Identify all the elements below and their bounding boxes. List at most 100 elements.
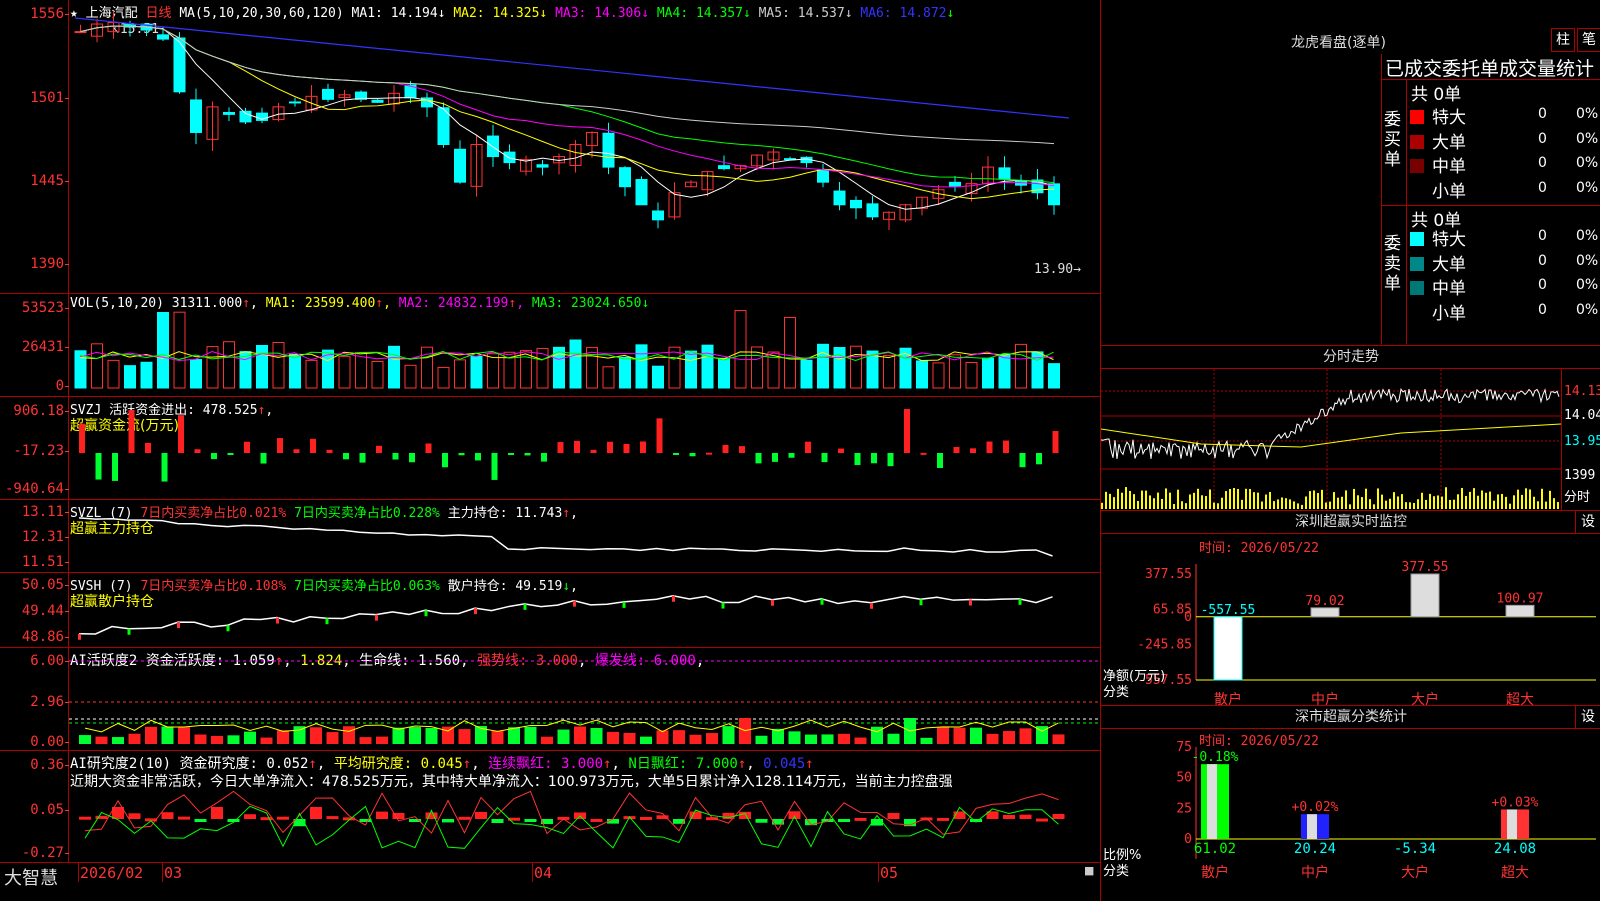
classify-bar-top: -0.18% (1192, 750, 1239, 765)
ai-active-chart[interactable] (69, 648, 1099, 750)
monitor-bar (1410, 573, 1440, 618)
vol-bar (734, 310, 747, 389)
vol-bar (602, 366, 615, 389)
fenshi-vol-bar (1461, 488, 1463, 509)
order-count: 0 (1538, 252, 1547, 269)
activity-bar (557, 729, 570, 744)
classify-chart[interactable]: 75 50 25 0 -0.18% 61.02 散户 +0.02% 20.24 中户 -5.34 大户… (1101, 729, 1600, 901)
lock-icon[interactable]: ■ (1084, 864, 1094, 877)
svzl-chart[interactable] (69, 500, 1099, 572)
candle-body (652, 210, 664, 221)
monitor-chart[interactable]: 377.5565.850-245.85-557.55-557.55散户79.02… (1101, 534, 1600, 706)
candle-body (289, 101, 301, 104)
fenshi-vol-bar (1341, 496, 1343, 509)
fenshi-panel[interactable]: 分时走势 14.13 14.04 13.95 1399 分时 (1100, 345, 1600, 511)
fenshi-vol-bar (1509, 503, 1511, 509)
vol-chart[interactable] (69, 294, 1099, 396)
fenshi-vol-bar (1505, 496, 1507, 509)
ai-research-tick: 0.36 (30, 757, 69, 773)
ai-research-panel[interactable]: 0.36 0.05 -0.27 AI研究度2(10) 资金研究度: 0.052↑… (0, 751, 1100, 863)
vol-bar (817, 343, 829, 389)
fenshi-vol-bar (1281, 497, 1283, 509)
date-tick: 2026/02 (80, 864, 144, 882)
monitor-tick: -245.85 (1137, 638, 1192, 653)
fenshi-vol-bar (1217, 503, 1219, 509)
flow-bar (739, 446, 745, 453)
activity-bar (986, 733, 999, 744)
svsh-chart[interactable] (69, 573, 1099, 647)
vol-bar (338, 355, 351, 389)
fenshi-unit: 分时 (1564, 490, 1591, 505)
vol-bar (668, 346, 681, 389)
vol-panel[interactable]: 53523 26431 0 VOL(5,10,20) 31311.000↑, M… (0, 294, 1100, 397)
activity-bar (887, 733, 900, 744)
ai-research-chart[interactable] (69, 751, 1099, 862)
classify-category: 超大 (1501, 865, 1529, 881)
fenshi-vol-bar (1205, 496, 1207, 509)
fenshi-vol-bar (1553, 498, 1555, 509)
activity-bar (590, 727, 603, 744)
tick-button[interactable]: 笔 (1577, 28, 1600, 52)
fenshi-vol-bar (1485, 492, 1487, 509)
holding-tick (919, 599, 923, 606)
order-pct: 0% (1576, 301, 1599, 318)
order-row: 大单 0 0% (1410, 128, 1600, 153)
fenshi-vol-bar (1313, 490, 1315, 509)
fenshi-vol-bar (1209, 489, 1211, 509)
flow-bar (656, 418, 663, 453)
vol-bar (965, 361, 978, 389)
ai-active-panel[interactable]: 6.00 2.96 0.00 AI活跃度2 资金活跃度: 1.059↑, 1.8… (0, 648, 1100, 751)
flow-bar (871, 453, 877, 464)
flow-bar (524, 453, 531, 456)
monitor-panel[interactable]: 深圳超赢实时监控 设 时间: 2026/05/22 377.55 65.85 0 -2… (1100, 510, 1600, 706)
order-pct: 0% (1576, 228, 1599, 244)
fenshi-vol-bar (1121, 492, 1123, 509)
research-bar (788, 811, 801, 819)
flow-bar (640, 441, 646, 453)
activity-bar (1052, 734, 1065, 744)
svsh-panel[interactable]: 50.05 49.44 48.86 SVSH (7) 7日内买卖净占比0.108… (0, 573, 1100, 648)
svzj-chart[interactable] (69, 397, 1099, 499)
fenshi-vol-bar (1133, 494, 1135, 509)
activity-bar (953, 727, 966, 744)
ai-active-tick: 0.00 (30, 734, 69, 750)
activity-bar (574, 726, 586, 744)
fenshi-chart[interactable] (1101, 369, 1561, 511)
flow-bar (508, 453, 514, 455)
order-row: 小单 0 0% (1410, 177, 1600, 202)
flow-bar (1036, 453, 1042, 465)
classify-panel[interactable]: 深市超赢分类统计 设 时间: 2026/05/22 75 50 25 0 -0.18% 6… (1100, 705, 1600, 901)
order-pct: 0% (1576, 277, 1599, 293)
column-button[interactable]: 柱 (1551, 28, 1575, 52)
research-bar (491, 819, 504, 823)
vol-bar (124, 365, 136, 389)
activity-bar (194, 734, 207, 744)
kline-chart[interactable] (69, 0, 1099, 293)
order-type: 大单 (1432, 254, 1466, 275)
flow-bar (277, 438, 283, 453)
fenshi-vol-bar (1373, 504, 1375, 509)
classify-category: 大户 (1401, 864, 1429, 881)
fenshi-vol-bar (1165, 488, 1167, 509)
monitor-settings-button[interactable]: 设 (1575, 511, 1600, 533)
fenshi-vol-bar (1149, 495, 1151, 509)
research-bar (887, 813, 900, 819)
svsh-tick: 50.05 (21, 577, 70, 593)
svzj-panel[interactable]: 906.18 -17.23 -940.64 SVZJ 活跃资金进出: 478.5… (0, 397, 1100, 500)
order-type: 小单 (1432, 303, 1466, 324)
vol-bar (454, 359, 466, 389)
flow-bar (260, 453, 267, 464)
classify-settings-button[interactable]: 设 (1575, 706, 1600, 728)
svzl-panel[interactable]: 13.11 12.31 11.51 SVZL (7) 7日内买卖净占比0.021… (0, 500, 1100, 573)
fenshi-vol-bar (1221, 497, 1223, 509)
vol-bar (470, 355, 483, 389)
kline-panel[interactable]: 1556 1501 1445 1390 ★ 上海汽配 日线 MA(5,10,20… (0, 0, 1100, 294)
order-type: 特大 (1432, 108, 1466, 128)
fenshi-vol-bar (1349, 504, 1351, 509)
flow-bar (112, 453, 118, 481)
activity-bar (227, 735, 240, 744)
flow-bar (475, 453, 481, 461)
order-row: 中单 0 0% (1410, 152, 1600, 177)
activity-bar (260, 737, 273, 744)
date-bar: 大智慧 2026/02 03 04 05 ■ (0, 862, 1100, 900)
